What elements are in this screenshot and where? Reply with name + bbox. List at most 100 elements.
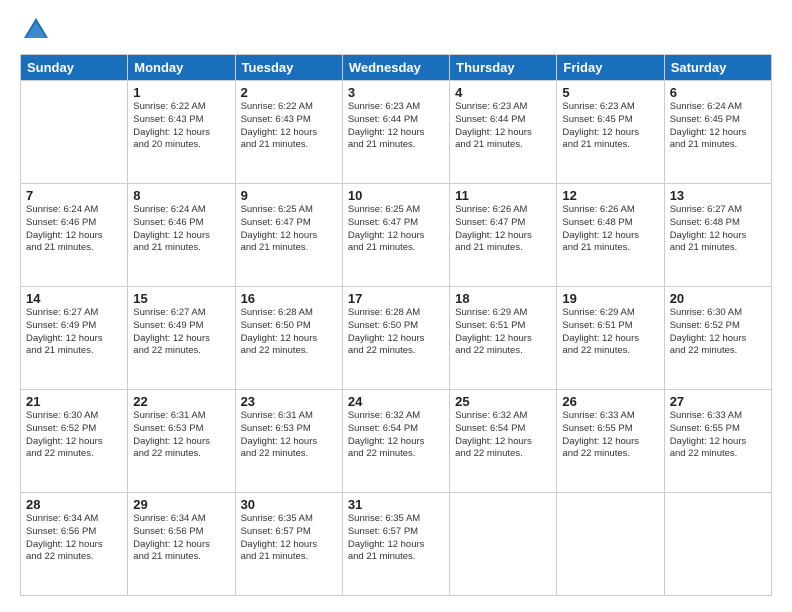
- cell-day-number: 29: [133, 497, 229, 512]
- calendar-week-row: 28Sunrise: 6:34 AMSunset: 6:56 PMDayligh…: [21, 493, 772, 596]
- cell-day-number: 12: [562, 188, 658, 203]
- cell-info: Sunrise: 6:28 AMSunset: 6:50 PMDaylight:…: [348, 307, 444, 358]
- header: [20, 16, 772, 44]
- calendar-cell: 4Sunrise: 6:23 AMSunset: 6:44 PMDaylight…: [450, 81, 557, 184]
- page: SundayMondayTuesdayWednesdayThursdayFrid…: [0, 0, 792, 612]
- calendar-cell: [557, 493, 664, 596]
- cell-info: Sunrise: 6:28 AMSunset: 6:50 PMDaylight:…: [241, 307, 337, 358]
- logo: [20, 16, 50, 44]
- calendar-cell: 22Sunrise: 6:31 AMSunset: 6:53 PMDayligh…: [128, 390, 235, 493]
- calendar-header-row: SundayMondayTuesdayWednesdayThursdayFrid…: [21, 55, 772, 81]
- cell-info: Sunrise: 6:26 AMSunset: 6:47 PMDaylight:…: [455, 204, 551, 255]
- calendar-cell: 18Sunrise: 6:29 AMSunset: 6:51 PMDayligh…: [450, 287, 557, 390]
- calendar-cell: 27Sunrise: 6:33 AMSunset: 6:55 PMDayligh…: [664, 390, 771, 493]
- cell-info: Sunrise: 6:32 AMSunset: 6:54 PMDaylight:…: [348, 410, 444, 461]
- calendar-cell: 30Sunrise: 6:35 AMSunset: 6:57 PMDayligh…: [235, 493, 342, 596]
- cell-day-number: 30: [241, 497, 337, 512]
- cell-day-number: 25: [455, 394, 551, 409]
- calendar-cell: 19Sunrise: 6:29 AMSunset: 6:51 PMDayligh…: [557, 287, 664, 390]
- cell-info: Sunrise: 6:24 AMSunset: 6:46 PMDaylight:…: [133, 204, 229, 255]
- cell-info: Sunrise: 6:24 AMSunset: 6:46 PMDaylight:…: [26, 204, 122, 255]
- cell-day-number: 10: [348, 188, 444, 203]
- cell-info: Sunrise: 6:22 AMSunset: 6:43 PMDaylight:…: [133, 101, 229, 152]
- day-header: Sunday: [21, 55, 128, 81]
- calendar-cell: 23Sunrise: 6:31 AMSunset: 6:53 PMDayligh…: [235, 390, 342, 493]
- cell-info: Sunrise: 6:25 AMSunset: 6:47 PMDaylight:…: [348, 204, 444, 255]
- cell-day-number: 24: [348, 394, 444, 409]
- cell-info: Sunrise: 6:25 AMSunset: 6:47 PMDaylight:…: [241, 204, 337, 255]
- cell-info: Sunrise: 6:34 AMSunset: 6:56 PMDaylight:…: [26, 513, 122, 564]
- day-header: Tuesday: [235, 55, 342, 81]
- cell-info: Sunrise: 6:27 AMSunset: 6:49 PMDaylight:…: [133, 307, 229, 358]
- cell-info: Sunrise: 6:27 AMSunset: 6:48 PMDaylight:…: [670, 204, 766, 255]
- calendar-cell: 2Sunrise: 6:22 AMSunset: 6:43 PMDaylight…: [235, 81, 342, 184]
- cell-day-number: 4: [455, 85, 551, 100]
- cell-info: Sunrise: 6:24 AMSunset: 6:45 PMDaylight:…: [670, 101, 766, 152]
- cell-day-number: 16: [241, 291, 337, 306]
- cell-day-number: 14: [26, 291, 122, 306]
- logo-icon: [22, 16, 50, 44]
- calendar-cell: 28Sunrise: 6:34 AMSunset: 6:56 PMDayligh…: [21, 493, 128, 596]
- cell-day-number: 31: [348, 497, 444, 512]
- cell-info: Sunrise: 6:30 AMSunset: 6:52 PMDaylight:…: [26, 410, 122, 461]
- calendar-cell: 3Sunrise: 6:23 AMSunset: 6:44 PMDaylight…: [342, 81, 449, 184]
- calendar-cell: 7Sunrise: 6:24 AMSunset: 6:46 PMDaylight…: [21, 184, 128, 287]
- day-header: Monday: [128, 55, 235, 81]
- calendar-cell: 26Sunrise: 6:33 AMSunset: 6:55 PMDayligh…: [557, 390, 664, 493]
- calendar-cell: [450, 493, 557, 596]
- cell-day-number: 21: [26, 394, 122, 409]
- cell-day-number: 22: [133, 394, 229, 409]
- cell-info: Sunrise: 6:26 AMSunset: 6:48 PMDaylight:…: [562, 204, 658, 255]
- calendar-week-row: 21Sunrise: 6:30 AMSunset: 6:52 PMDayligh…: [21, 390, 772, 493]
- calendar-cell: 17Sunrise: 6:28 AMSunset: 6:50 PMDayligh…: [342, 287, 449, 390]
- calendar-cell: 8Sunrise: 6:24 AMSunset: 6:46 PMDaylight…: [128, 184, 235, 287]
- cell-day-number: 13: [670, 188, 766, 203]
- cell-info: Sunrise: 6:34 AMSunset: 6:56 PMDaylight:…: [133, 513, 229, 564]
- cell-info: Sunrise: 6:23 AMSunset: 6:44 PMDaylight:…: [455, 101, 551, 152]
- cell-day-number: 7: [26, 188, 122, 203]
- cell-info: Sunrise: 6:23 AMSunset: 6:44 PMDaylight:…: [348, 101, 444, 152]
- cell-info: Sunrise: 6:23 AMSunset: 6:45 PMDaylight:…: [562, 101, 658, 152]
- cell-day-number: 11: [455, 188, 551, 203]
- cell-day-number: 19: [562, 291, 658, 306]
- calendar-cell: 15Sunrise: 6:27 AMSunset: 6:49 PMDayligh…: [128, 287, 235, 390]
- cell-info: Sunrise: 6:35 AMSunset: 6:57 PMDaylight:…: [241, 513, 337, 564]
- calendar-cell: 10Sunrise: 6:25 AMSunset: 6:47 PMDayligh…: [342, 184, 449, 287]
- calendar-cell: 5Sunrise: 6:23 AMSunset: 6:45 PMDaylight…: [557, 81, 664, 184]
- day-header: Thursday: [450, 55, 557, 81]
- calendar-cell: 6Sunrise: 6:24 AMSunset: 6:45 PMDaylight…: [664, 81, 771, 184]
- cell-info: Sunrise: 6:30 AMSunset: 6:52 PMDaylight:…: [670, 307, 766, 358]
- cell-info: Sunrise: 6:27 AMSunset: 6:49 PMDaylight:…: [26, 307, 122, 358]
- cell-info: Sunrise: 6:31 AMSunset: 6:53 PMDaylight:…: [133, 410, 229, 461]
- calendar-cell: 16Sunrise: 6:28 AMSunset: 6:50 PMDayligh…: [235, 287, 342, 390]
- cell-day-number: 28: [26, 497, 122, 512]
- calendar-cell: 1Sunrise: 6:22 AMSunset: 6:43 PMDaylight…: [128, 81, 235, 184]
- cell-day-number: 1: [133, 85, 229, 100]
- cell-day-number: 2: [241, 85, 337, 100]
- cell-info: Sunrise: 6:33 AMSunset: 6:55 PMDaylight:…: [562, 410, 658, 461]
- cell-info: Sunrise: 6:32 AMSunset: 6:54 PMDaylight:…: [455, 410, 551, 461]
- cell-info: Sunrise: 6:29 AMSunset: 6:51 PMDaylight:…: [455, 307, 551, 358]
- calendar-cell: 21Sunrise: 6:30 AMSunset: 6:52 PMDayligh…: [21, 390, 128, 493]
- calendar-cell: 11Sunrise: 6:26 AMSunset: 6:47 PMDayligh…: [450, 184, 557, 287]
- calendar-cell: 25Sunrise: 6:32 AMSunset: 6:54 PMDayligh…: [450, 390, 557, 493]
- calendar-week-row: 1Sunrise: 6:22 AMSunset: 6:43 PMDaylight…: [21, 81, 772, 184]
- cell-day-number: 9: [241, 188, 337, 203]
- cell-day-number: 18: [455, 291, 551, 306]
- calendar-cell: 13Sunrise: 6:27 AMSunset: 6:48 PMDayligh…: [664, 184, 771, 287]
- cell-day-number: 26: [562, 394, 658, 409]
- calendar-week-row: 7Sunrise: 6:24 AMSunset: 6:46 PMDaylight…: [21, 184, 772, 287]
- cell-info: Sunrise: 6:29 AMSunset: 6:51 PMDaylight:…: [562, 307, 658, 358]
- calendar-cell: 31Sunrise: 6:35 AMSunset: 6:57 PMDayligh…: [342, 493, 449, 596]
- cell-info: Sunrise: 6:35 AMSunset: 6:57 PMDaylight:…: [348, 513, 444, 564]
- calendar-cell: 9Sunrise: 6:25 AMSunset: 6:47 PMDaylight…: [235, 184, 342, 287]
- day-header: Saturday: [664, 55, 771, 81]
- cell-day-number: 6: [670, 85, 766, 100]
- calendar-cell: 20Sunrise: 6:30 AMSunset: 6:52 PMDayligh…: [664, 287, 771, 390]
- cell-day-number: 3: [348, 85, 444, 100]
- calendar-cell: [664, 493, 771, 596]
- cell-day-number: 27: [670, 394, 766, 409]
- cell-day-number: 23: [241, 394, 337, 409]
- calendar-cell: 14Sunrise: 6:27 AMSunset: 6:49 PMDayligh…: [21, 287, 128, 390]
- cell-info: Sunrise: 6:22 AMSunset: 6:43 PMDaylight:…: [241, 101, 337, 152]
